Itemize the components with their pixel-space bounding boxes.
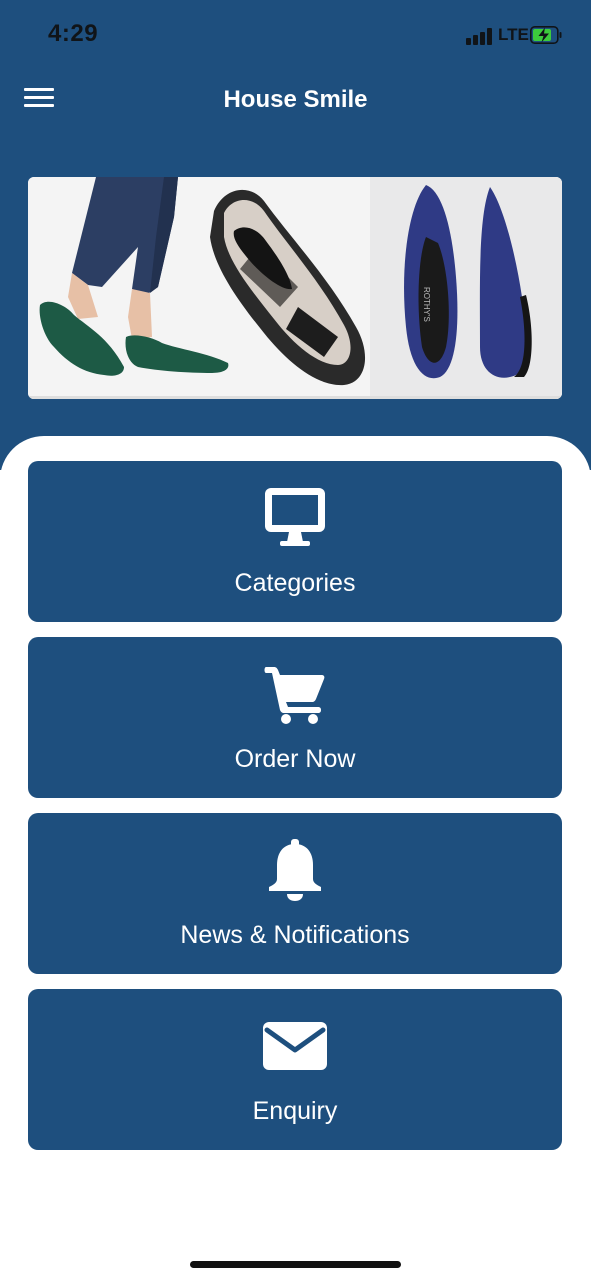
home-indicator[interactable] (190, 1261, 401, 1268)
status-time: 4:29 (48, 20, 99, 47)
menu-panel: Categories Order Now News & Notification… (0, 436, 591, 1280)
tile-label-enquiry: Enquiry (252, 1097, 338, 1125)
envelope-icon (28, 1013, 562, 1079)
network-type: LTE (498, 25, 529, 44)
monitor-icon (28, 485, 562, 551)
status-bar: 4:29 LTE (0, 0, 591, 72)
shoe-banner-image[interactable]: ROTHY'S (28, 177, 562, 399)
tile-categories[interactable]: Categories (28, 461, 562, 622)
banner-illustration: ROTHY'S (28, 177, 562, 399)
tile-news-notifications[interactable]: News & Notifications (28, 813, 562, 974)
tile-label-order-now: Order Now (234, 745, 356, 773)
shopping-cart-icon (28, 661, 562, 727)
tile-label-categories: Categories (234, 569, 356, 597)
battery-charging-icon (530, 26, 562, 44)
signal-icon (466, 27, 494, 45)
app-screen: 4:29 LTE House Smile ROTHY'S Categories … (0, 0, 591, 1280)
bell-icon (28, 837, 562, 903)
app-title: House Smile (223, 86, 368, 113)
tile-label-news-notifications: News & Notifications (180, 921, 410, 949)
brand-text: ROTHY'S (422, 287, 431, 322)
app-bar: House Smile (0, 72, 591, 130)
tile-enquiry[interactable]: Enquiry (28, 989, 562, 1150)
tile-order-now[interactable]: Order Now (28, 637, 562, 798)
